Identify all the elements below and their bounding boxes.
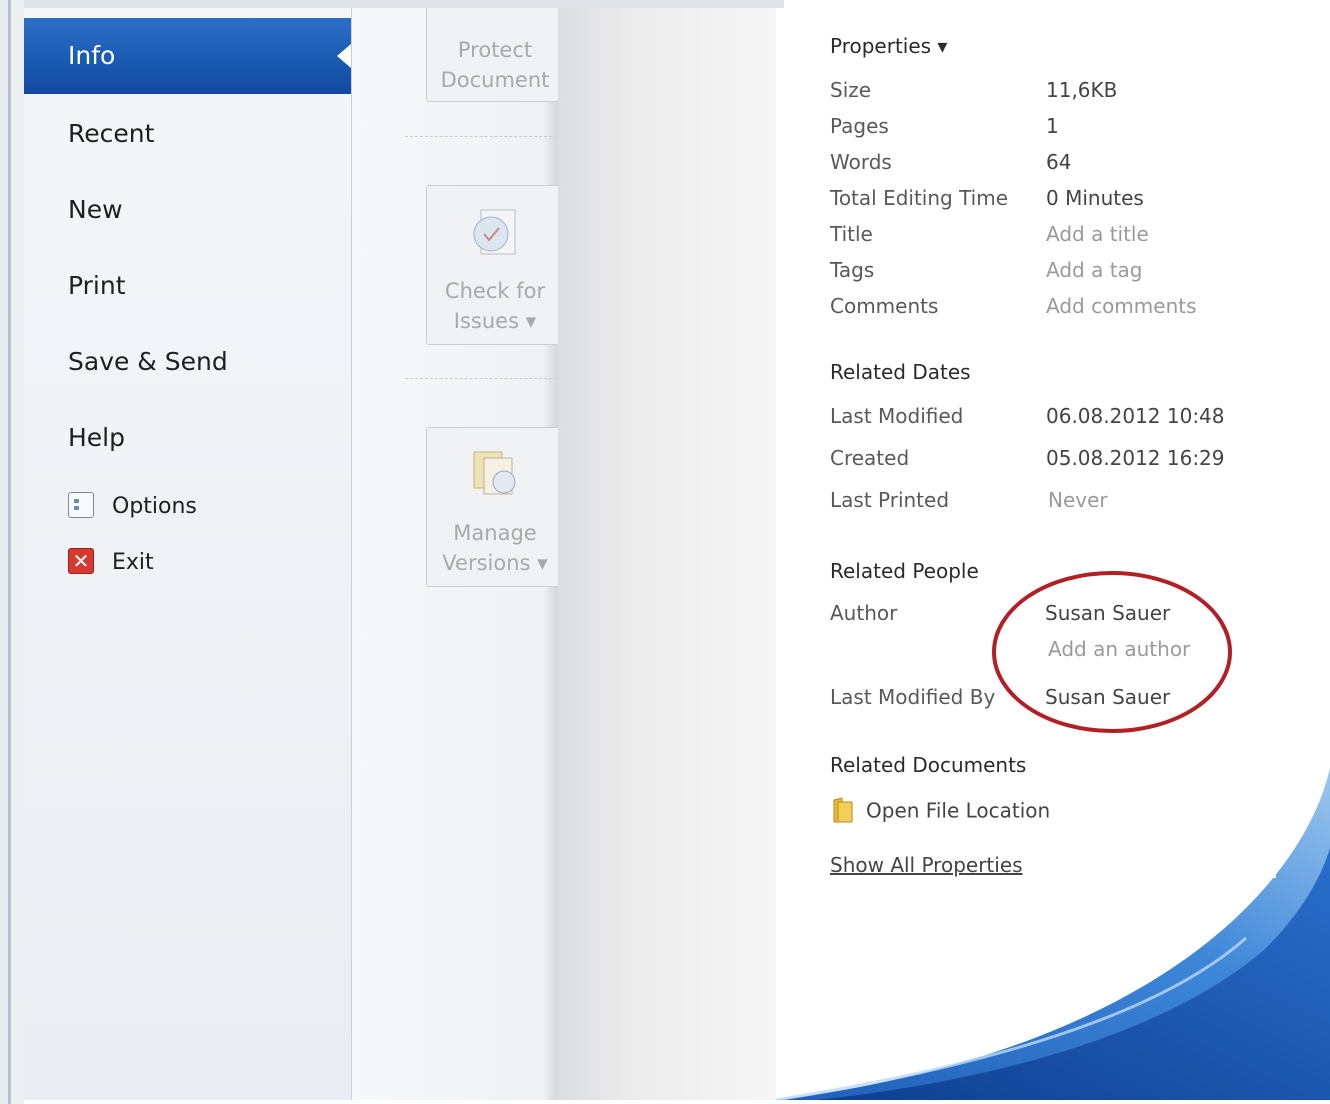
top-edge [24, 0, 784, 8]
author-label: Author [830, 601, 898, 625]
properties-panel: Properties ▾ Size 11,6KB Pages 1 Words 6… [776, 8, 1330, 1100]
protect-line1: Protect [457, 38, 533, 62]
nav-item-new[interactable]: New [24, 179, 351, 241]
size-label: Size [830, 78, 872, 102]
nav-item-print[interactable]: Print [24, 255, 351, 317]
comments-label: Comments [830, 294, 939, 318]
folder-icon [833, 797, 853, 823]
title-field[interactable]: Add a title [1046, 222, 1149, 246]
tags-field[interactable]: Add a tag [1046, 258, 1142, 282]
highlight-circle [992, 571, 1232, 733]
backstage-view: Info Recent New Print Save & Send Help O… [0, 0, 1330, 1104]
fade-overlay [558, 8, 776, 1100]
versions-line2: Versions ▾ [442, 551, 548, 575]
check-document-icon [473, 209, 516, 255]
open-file-location-label: Open File Location [866, 798, 1051, 823]
created-label: Created [830, 446, 910, 470]
editing-time-label: Total Editing Time [830, 186, 1009, 210]
last-modified-value: 06.08.2012 10:48 [1046, 404, 1225, 428]
size-value: 11,6KB [1046, 78, 1118, 102]
versions-icon [473, 451, 516, 495]
pages-label: Pages [830, 114, 889, 138]
nav-item-info[interactable]: Info [24, 18, 351, 94]
check-line2: Issues ▾ [453, 309, 537, 333]
comments-field[interactable]: Add comments [1046, 294, 1197, 318]
options-icon [68, 492, 94, 518]
lock-icon [465, 8, 525, 11]
exit-label: Exit [112, 550, 154, 575]
options-label: Options [112, 494, 197, 519]
modified-by-label: Last Modified By [830, 685, 996, 709]
last-printed-value: Never [1048, 488, 1108, 512]
info-actions-panel: Protect Document Check for Issues ▾ Mana… [352, 8, 776, 1100]
tags-label: Tags [830, 258, 875, 282]
open-file-location-link[interactable]: Open File Location [832, 797, 1051, 826]
protect-line2: Document [440, 68, 550, 92]
nav-item-save-send[interactable]: Save & Send [24, 331, 351, 393]
created-value: 05.08.2012 16:29 [1046, 446, 1225, 470]
title-label: Title [830, 222, 873, 246]
nav-item-options[interactable]: Options [68, 489, 197, 525]
show-all-properties-link[interactable]: Show All Properties [830, 853, 1023, 877]
check-line1: Check for [444, 279, 546, 303]
words-value: 64 [1046, 150, 1072, 174]
properties-dropdown[interactable]: Properties ▾ [830, 34, 947, 58]
manage-versions-button[interactable]: Manage Versions ▾ [426, 427, 564, 587]
check-for-issues-button[interactable]: Check for Issues ▾ [426, 185, 564, 345]
related-dates-heading: Related Dates [830, 360, 971, 384]
pages-value: 1 [1046, 114, 1059, 138]
related-documents-heading: Related Documents [830, 753, 1027, 777]
editing-time-value: 0 Minutes [1046, 186, 1144, 210]
versions-line1: Manage [453, 521, 537, 545]
nav-item-exit[interactable]: ✕ Exit [68, 545, 154, 581]
last-printed-label: Last Printed [830, 488, 950, 512]
close-icon: ✕ [68, 548, 94, 574]
nav-item-help[interactable]: Help [24, 407, 351, 469]
related-people-heading: Related People [830, 559, 979, 583]
protect-document-button[interactable]: Protect Document [426, 8, 564, 102]
nav-item-recent[interactable]: Recent [24, 103, 351, 165]
words-label: Words [830, 150, 892, 174]
backstage-nav: Info Recent New Print Save & Send Help O… [24, 8, 352, 1100]
last-modified-label: Last Modified [830, 404, 964, 428]
window-edge [0, 0, 24, 1104]
